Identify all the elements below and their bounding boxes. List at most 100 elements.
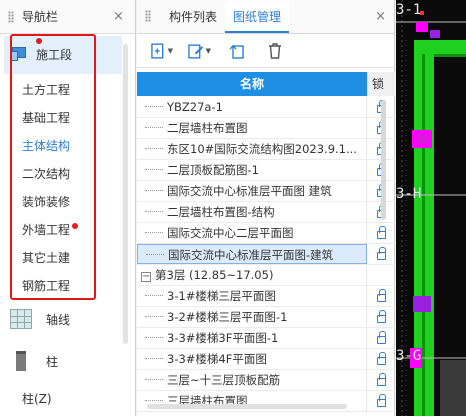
lock-cell[interactable] <box>367 307 395 327</box>
lock-cell[interactable] <box>367 244 395 264</box>
floor-group-row[interactable]: − 第3层 (12.85~17.05) <box>137 265 395 286</box>
table-row[interactable]: 国际交流中心二层平面图 <box>137 223 395 244</box>
row-name-cell: 三层~十三层顶板配筋 <box>137 370 367 390</box>
tab-component-list[interactable]: 构件列表 <box>161 1 225 33</box>
list-horizontal-scrollbar[interactable] <box>147 404 347 409</box>
row-name: 二层顶板配筋图-1 <box>167 163 259 177</box>
column-icon <box>16 351 26 371</box>
row-name: 国际交流中心二层平面图 <box>167 226 294 240</box>
tree-line <box>146 245 164 255</box>
nav-item-column[interactable]: 柱 <box>10 344 120 378</box>
lock-cell[interactable] <box>367 328 395 348</box>
row-name-cell: 3-3#楼梯3F平面图-1 <box>137 328 367 348</box>
navigation-panel: 导航栏 × 施工段 土方工程 基础工程 主体结构 二次结构 装饰装修 外墙工程 … <box>0 0 136 416</box>
table-row[interactable]: 国际交流中心标准层平面图 建筑 <box>137 181 395 202</box>
collapse-icon[interactable]: − <box>141 272 151 282</box>
table-row[interactable]: 3-3#楼梯4F平面图 <box>137 349 395 370</box>
lock-icon <box>376 247 386 260</box>
nav-item-axis[interactable]: 轴线 <box>10 302 120 336</box>
row-name-cell: 国际交流中心标准层平面图 建筑 <box>137 181 367 201</box>
tree-line <box>145 223 163 233</box>
row-name: 第3层 (12.85~17.05) <box>155 268 274 282</box>
table-row[interactable]: 二层墙柱布置图 <box>137 118 395 139</box>
nav-close-button[interactable]: × <box>113 9 124 24</box>
lock-cell[interactable] <box>367 391 395 411</box>
tree-line <box>145 328 163 338</box>
column-header-lock[interactable]: 锁 <box>367 72 395 96</box>
highlight-box <box>10 34 96 300</box>
table-row-selected[interactable]: 国际交流中心标准层平面图-建筑 <box>137 244 395 265</box>
row-name-cell: 东区10#国际交流结构图2023.9.1... <box>137 139 367 159</box>
tab-drawing-management[interactable]: 图纸管理 <box>225 1 290 33</box>
row-name: 二层墙柱布置图-结构 <box>167 205 275 219</box>
row-name-cell: 国际交流中心标准层平面图-建筑 <box>137 244 367 264</box>
tree-line <box>145 307 163 317</box>
table-row[interactable]: 东区10#国际交流结构图2023.9.1... <box>137 139 395 160</box>
table-row[interactable]: 3-3#楼梯3F平面图-1 <box>137 328 395 349</box>
add-drawing-icon <box>151 42 164 59</box>
delete-drawing-button[interactable] <box>263 40 287 62</box>
split-drawing-button[interactable] <box>225 40 249 62</box>
row-name-cell: 3-2#楼梯三层平面图-1 <box>137 307 367 327</box>
add-drawing-button[interactable]: ▼ <box>149 40 173 62</box>
row-name: YBZ27a-1 <box>167 100 223 114</box>
axis-label-3-h: 3-H <box>396 186 422 202</box>
edit-icon <box>188 43 204 59</box>
table-row[interactable]: 三层~十三层顶板配筋 <box>137 370 395 391</box>
lock-icon <box>376 289 386 302</box>
row-name: 3-1#楼梯三层平面图 <box>167 289 276 303</box>
tree-line <box>145 160 163 170</box>
axis-grid-icon <box>10 309 32 329</box>
drag-grip-icon[interactable] <box>145 10 151 22</box>
table-row[interactable]: 3-2#楼梯三层平面图-1 <box>137 307 395 328</box>
nav-scrollbar[interactable] <box>123 44 128 344</box>
tree-line <box>145 286 163 296</box>
axis-label-3-1: 3-1 <box>396 2 422 18</box>
row-name-cell: − 第3层 (12.85~17.05) <box>137 265 367 285</box>
drawing-management-panel: 构件列表 图纸管理 × ▼ ▼ 名称 锁 YBZ27a-1 二层墙柱布置图 东区… <box>137 0 395 416</box>
row-name-cell: 3-3#楼梯4F平面图 <box>137 349 367 369</box>
lock-cell[interactable] <box>367 370 395 390</box>
column-header-name[interactable]: 名称 <box>137 72 367 96</box>
axis-label-3-g: 3-G <box>396 348 422 364</box>
table-row[interactable]: YBZ27a-1 <box>137 97 395 118</box>
lock-icon <box>376 310 386 323</box>
dropdown-caret-icon: ▼ <box>167 46 173 55</box>
lock-cell[interactable] <box>367 223 395 243</box>
row-name: 国际交流中心标准层平面图-建筑 <box>168 248 334 262</box>
row-name: 3-3#楼梯3F平面图-1 <box>167 331 279 345</box>
panel-tabs: 构件列表 图纸管理 × <box>137 0 394 34</box>
row-name-cell: 二层顶板配筋图-1 <box>137 160 367 180</box>
nav-title: 导航栏 <box>22 10 59 24</box>
list-vertical-scrollbar[interactable] <box>381 100 386 220</box>
edit-drawing-button[interactable]: ▼ <box>187 40 211 62</box>
trash-icon <box>269 42 281 59</box>
panel-close-button[interactable]: × <box>375 9 386 24</box>
drag-grip-icon[interactable] <box>8 10 14 23</box>
table-row[interactable]: 二层墙柱布置图-结构 <box>137 202 395 223</box>
table-row[interactable]: 3-1#楼梯三层平面图 <box>137 286 395 307</box>
table-header: 名称 锁 <box>137 72 395 96</box>
tree-line <box>145 118 163 128</box>
row-name-cell: 二层墙柱布置图-结构 <box>137 202 367 222</box>
row-name-cell: 二层墙柱布置图 <box>137 118 367 138</box>
lock-cell[interactable] <box>367 349 395 369</box>
cad-drawing-canvas[interactable]: 3-1 3-H 3-G <box>396 0 466 416</box>
nav-subitem-column-z[interactable]: 柱(Z) <box>22 390 52 407</box>
lock-icon <box>376 373 386 386</box>
row-name: 3-3#楼梯4F平面图 <box>167 352 267 366</box>
lock-icon <box>376 331 386 344</box>
tree-line <box>145 349 163 359</box>
row-name: 东区10#国际交流结构图2023.9.1... <box>167 142 357 156</box>
lock-icon <box>376 226 386 239</box>
lock-cell[interactable] <box>367 286 395 306</box>
row-name-cell: 国际交流中心二层平面图 <box>137 223 367 243</box>
split-drawing-icon <box>229 44 244 59</box>
row-name: 3-2#楼梯三层平面图-1 <box>167 310 288 324</box>
tree-line <box>145 202 163 212</box>
tree-line <box>145 97 163 107</box>
column-label: 柱 <box>46 354 59 369</box>
table-row[interactable]: 二层顶板配筋图-1 <box>137 160 395 181</box>
tree-line <box>145 391 163 401</box>
lock-icon <box>376 394 386 407</box>
